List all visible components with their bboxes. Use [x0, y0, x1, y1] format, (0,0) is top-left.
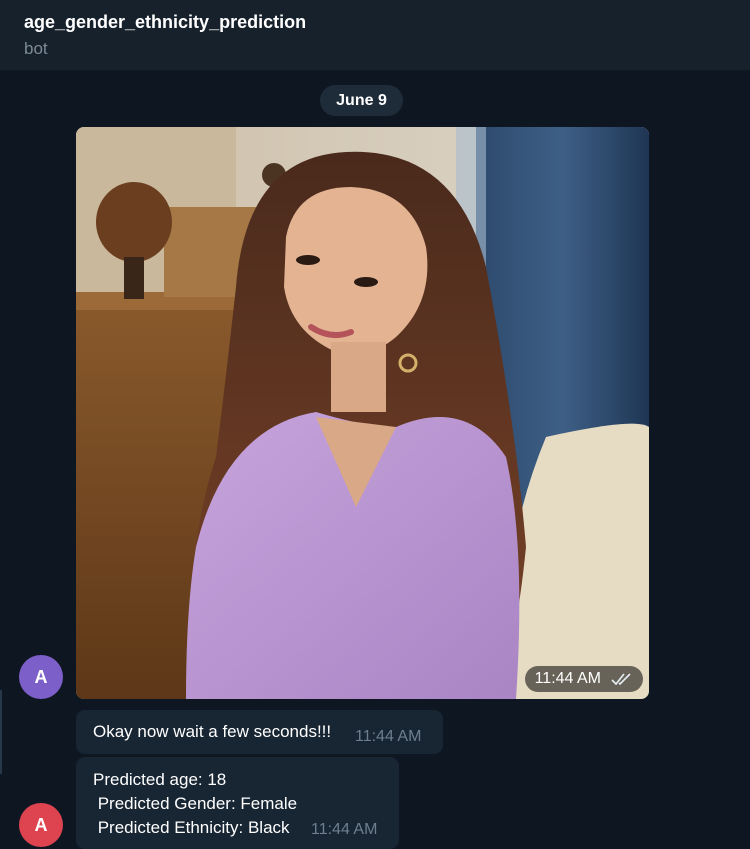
prediction-text: Predicted age: 18 Predicted Gender: Fema…: [93, 768, 297, 840]
side-divider: [0, 690, 2, 774]
chat-subtitle: bot: [24, 39, 48, 58]
message-bubble[interactable]: Okay now wait a few seconds!!! 11:44 AM: [76, 710, 443, 754]
photo-message[interactable]: 11:44 AM: [76, 127, 649, 699]
photo-time: 11:44 AM: [534, 670, 601, 687]
message-bubble[interactable]: Predicted age: 18 Predicted Gender: Fema…: [76, 757, 399, 849]
avatar[interactable]: A: [19, 655, 63, 699]
message-text: Okay now wait a few seconds!!!: [93, 722, 332, 741]
photo-image: [76, 127, 649, 699]
double-check-icon: [611, 672, 633, 686]
message-time: 11:44 AM: [355, 728, 422, 745]
date-separator: June 9: [320, 85, 403, 116]
predicted-age-line: Predicted age: 18: [93, 770, 227, 789]
chat-title: age_gender_ethnicity_prediction: [24, 12, 307, 32]
message-time: 11:44 AM: [311, 821, 378, 838]
chat-header[interactable]: age_gender_ethnicity_prediction bot: [0, 0, 750, 71]
predicted-ethnicity-line: Predicted Ethnicity: Black: [93, 818, 290, 837]
photo-timestamp: 11:44 AM: [524, 666, 643, 692]
avatar[interactable]: A: [19, 803, 63, 847]
predicted-gender-line: Predicted Gender: Female: [93, 794, 298, 813]
